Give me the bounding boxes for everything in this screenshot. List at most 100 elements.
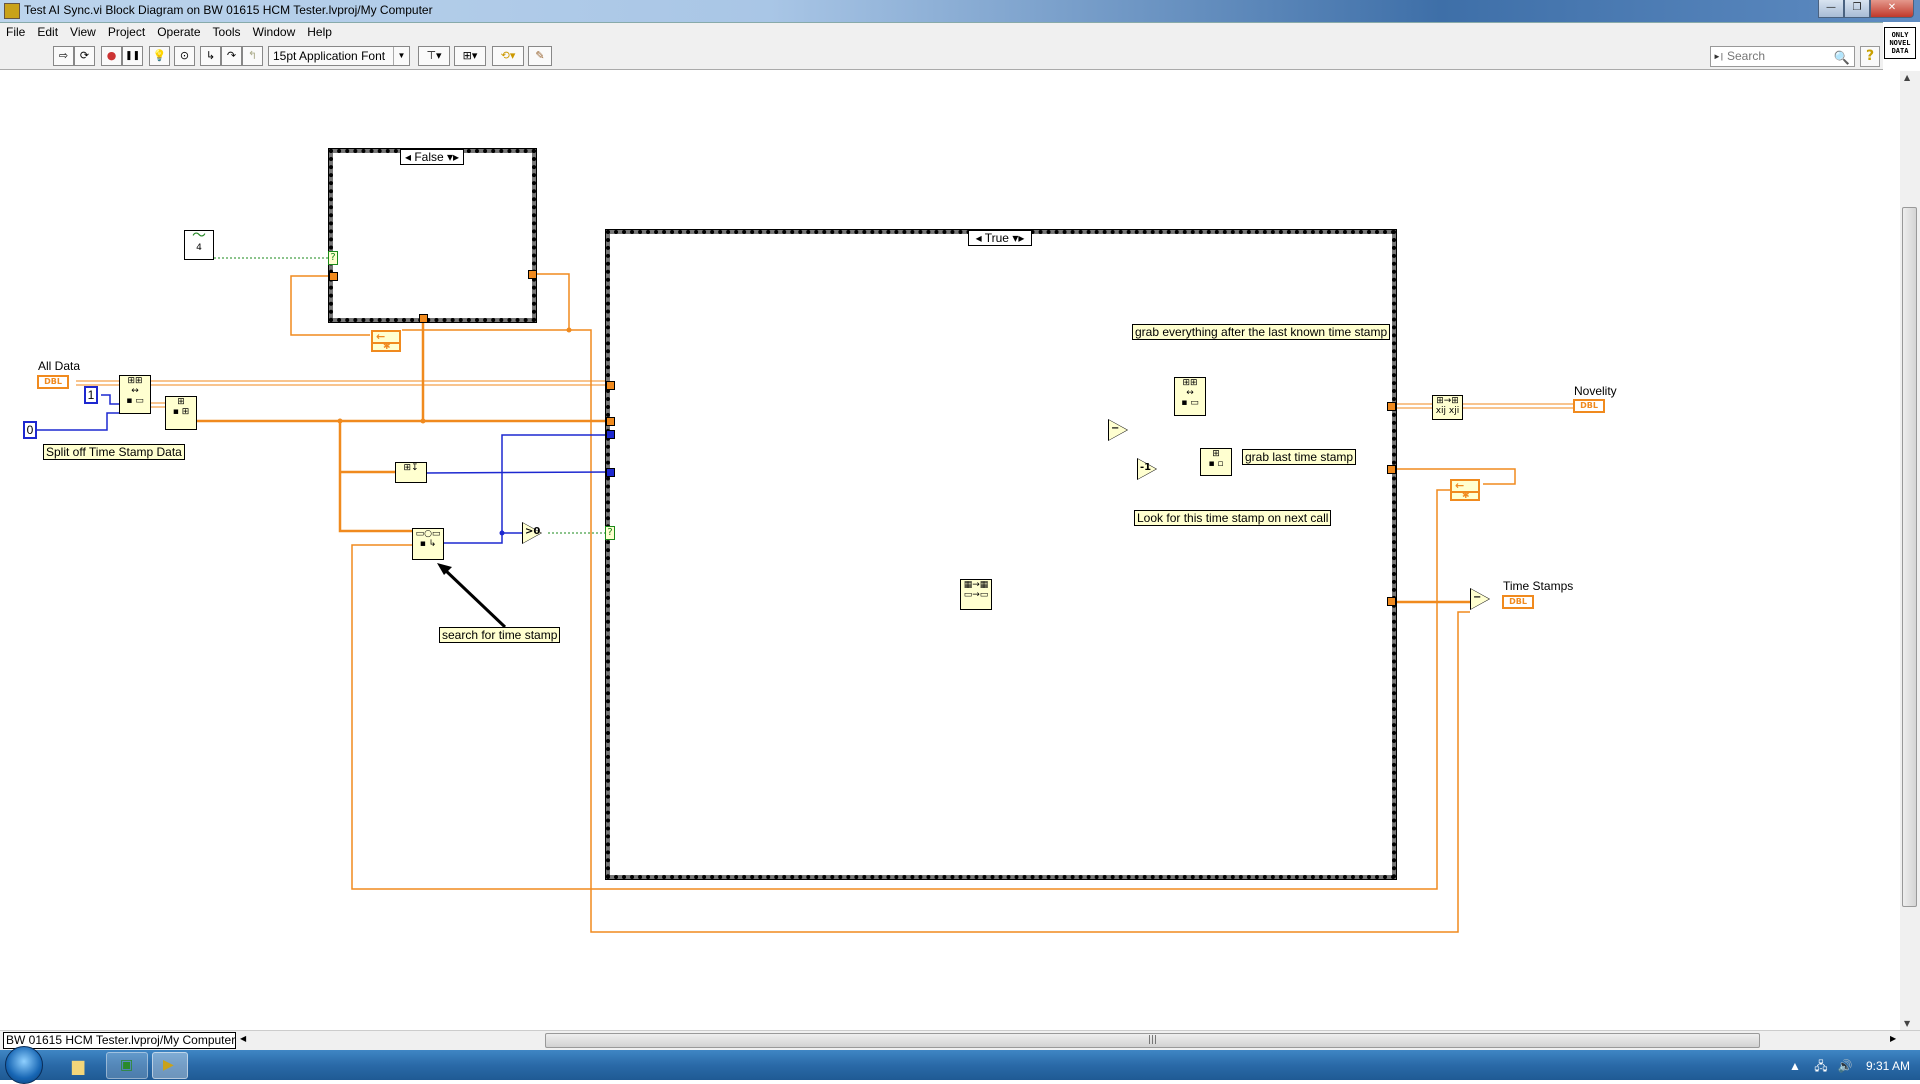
horizontal-scrollbar[interactable]: |||	[240, 1031, 1900, 1050]
case-selector-true[interactable]: ◂ True ▾▸	[968, 230, 1032, 246]
reorder-button[interactable]: ⟲▾	[492, 46, 524, 66]
first-call-node[interactable]: 〜 4	[184, 228, 214, 260]
init-asterisk-icon: ✱	[383, 342, 391, 352]
decrement-node[interactable]: -1	[1137, 458, 1157, 480]
window-title: Test AI Sync.vi Block Diagram on BW 0161…	[24, 3, 433, 17]
index-array-icon: ⊞ ▪ ⊞	[172, 397, 190, 417]
step-over-icon: ↷	[226, 49, 237, 62]
minimize-button[interactable]: —	[1818, 0, 1844, 18]
search-input[interactable]: ►| Search 🔍	[1710, 46, 1855, 67]
title-bar: Test AI Sync.vi Block Diagram on BW 0161…	[0, 0, 1920, 22]
transpose-array-node[interactable]: ⊞→⊞ xij xji	[1432, 395, 1463, 420]
vi-icon[interactable]: ONLY NOVEL DATA	[1884, 27, 1916, 59]
tunnel	[606, 430, 615, 439]
all-data-terminal[interactable]: DBL	[37, 375, 69, 389]
pause-button[interactable]: ❚❚	[122, 46, 143, 66]
greater-than-zero-node[interactable]: >0	[522, 522, 542, 544]
close-button[interactable]: ✕	[1870, 0, 1914, 18]
tunnel	[1387, 465, 1396, 474]
vertical-scrollbar[interactable]: ▲ ▼	[1900, 71, 1920, 1030]
tunnel	[606, 468, 615, 477]
labview-icon: ▶	[163, 1057, 174, 1073]
scroll-right-icon[interactable]: ▶	[1890, 1034, 1896, 1043]
scroll-down-icon[interactable]: ▼	[1904, 1019, 1910, 1028]
labview-taskbar-icon[interactable]: ▶	[152, 1052, 188, 1079]
subtract-node[interactable]: −	[1108, 419, 1128, 441]
novelity-indicator[interactable]: DBL	[1573, 399, 1605, 413]
labview-app-icon	[4, 3, 20, 19]
time-stamps-indicator[interactable]: DBL	[1502, 595, 1534, 609]
step-into-icon: ↳	[205, 49, 216, 62]
tunnel	[606, 417, 615, 426]
menu-file[interactable]: File	[0, 23, 31, 39]
abort-button[interactable]: ●	[101, 46, 122, 66]
menu-bar: File Edit View Project Operate Tools Window Hel…	[0, 22, 1883, 42]
array-subset-node[interactable]: ⊞⊞ ↔ ▪ ▭	[1174, 377, 1206, 416]
index-array-node[interactable]: ⊞ ▪ ⊞	[165, 396, 197, 430]
subtract-node[interactable]: −	[1470, 588, 1490, 610]
comment-grab-everything: grab everything after the last known tim…	[1132, 324, 1391, 340]
comment-split: Split off Time Stamp Data	[43, 444, 185, 460]
cleanup-diagram-button[interactable]: ✎	[528, 46, 552, 66]
search-icon[interactable]: 🔍	[1834, 48, 1850, 67]
search-expand-icon: ►|	[1713, 52, 1723, 61]
menu-project[interactable]: Project	[102, 23, 151, 39]
split-1d-array-node[interactable]: ▦→▦ ▭→▭	[960, 579, 992, 610]
clock[interactable]: 9:31 AM	[1866, 1059, 1910, 1073]
case-structure-false[interactable]	[328, 148, 537, 323]
explorer-taskbar-icon[interactable]: ▆	[62, 1052, 98, 1079]
menu-window[interactable]: Window	[247, 23, 302, 39]
menu-edit[interactable]: Edit	[31, 23, 64, 39]
feedback-node[interactable]: ← ✱	[371, 330, 401, 352]
scroll-up-icon[interactable]: ▲	[1904, 73, 1910, 82]
vertical-scroll-thumb[interactable]	[1902, 207, 1917, 907]
restore-button[interactable]: ❐	[1844, 0, 1870, 18]
chevron-down-icon: ▼	[393, 47, 409, 65]
comment-search: search for time stamp	[439, 627, 561, 643]
index-array-node[interactable]: ⊞ ▪ ▫	[1200, 448, 1232, 476]
help-icon: ?	[1865, 48, 1875, 64]
highlight-execution-button[interactable]: 💡	[149, 46, 170, 66]
run-continuously-button[interactable]: ⟳	[74, 46, 95, 66]
array-size-node[interactable]: ⊞↧	[395, 462, 427, 483]
novelity-label: Novelity	[1574, 384, 1617, 398]
case-selector-false[interactable]: ◂ False ▾▸	[400, 149, 464, 165]
run-button[interactable]: ⇨	[53, 46, 74, 66]
horizontal-scroll-thumb[interactable]: |||	[545, 1033, 1760, 1048]
feedback-node[interactable]: ← ✱	[1450, 479, 1480, 501]
block-diagram-canvas[interactable]: ◂ False ▾▸ ◂ True ▾▸ ? ? 〜 4 ← ✱ ← ✱ All Da…	[0, 71, 1900, 1030]
oscilloscope-icon: 〜	[192, 228, 206, 244]
probe-icon: ⊙	[179, 49, 190, 62]
transpose-icon: ⊞→⊞ xij xji	[1435, 396, 1460, 416]
volume-icon[interactable]: 🔊	[1838, 1059, 1853, 1073]
menu-tools[interactable]: Tools	[207, 23, 247, 39]
step-out-button[interactable]: ↰	[242, 46, 263, 66]
network-icon[interactable]: 🖧	[1814, 1059, 1827, 1073]
cleanup-icon: ✎	[535, 49, 545, 62]
step-over-button[interactable]: ↷	[221, 46, 242, 66]
constant-one[interactable]: 1	[84, 386, 98, 404]
measurement-app-taskbar-icon[interactable]: ▣	[106, 1052, 148, 1079]
system-tray: ▲ 🖧 🔊 9:31 AM	[1789, 1057, 1910, 1078]
constant-zero[interactable]: 0	[23, 421, 37, 439]
distribute-objects-button[interactable]: ⊞▾	[454, 46, 486, 66]
search-1d-array-node[interactable]: ▭○▭ ▪ ↳	[412, 528, 444, 560]
comment-look-for: Look for this time stamp on next call	[1134, 510, 1332, 526]
project-path[interactable]: BW 01615 HCM Tester.lvproj/My Computer	[3, 1032, 236, 1049]
context-help-button[interactable]: ?	[1860, 46, 1880, 67]
font-select[interactable]: 15pt Application Font ▼	[268, 46, 410, 66]
retain-wire-values-button[interactable]: ⊙	[174, 46, 195, 66]
index-array-icon: ⊞ ▪ ▫	[1208, 449, 1224, 469]
show-hidden-icons[interactable]: ▲	[1789, 1059, 1801, 1073]
array-subset-node[interactable]: ⊞⊞ ↔ ▪ ▭	[119, 375, 151, 414]
step-into-button[interactable]: ↳	[200, 46, 221, 66]
menu-view[interactable]: View	[64, 23, 102, 39]
step-out-icon: ↰	[247, 49, 258, 62]
menu-operate[interactable]: Operate	[151, 23, 206, 39]
search-array-icon: ▭○▭ ▪ ↳	[415, 529, 441, 549]
toolbar: ⇨ ⟳ ● ❚❚ 💡 ⊙ ↳ ↷ ↰ 15pt Application Font…	[0, 42, 1883, 70]
split-array-icon: ▦→▦ ▭→▭	[963, 580, 989, 600]
align-objects-button[interactable]: ⊤▾	[418, 46, 450, 66]
menu-help[interactable]: Help	[301, 23, 338, 39]
start-button[interactable]	[5, 1046, 43, 1084]
